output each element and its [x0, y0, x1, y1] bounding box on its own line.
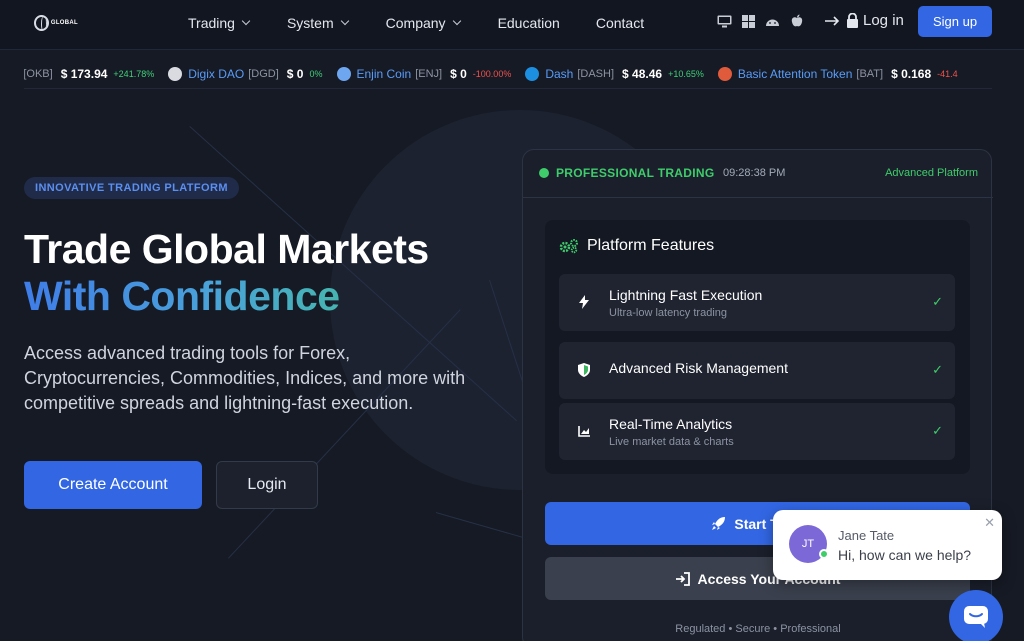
login-link[interactable]: Log in	[824, 12, 904, 29]
brand-logo[interactable]: GLOBAL	[34, 12, 78, 34]
coin-name: Dash	[545, 66, 574, 81]
nav-item-education[interactable]: Education	[498, 15, 560, 31]
signup-button[interactable]: Sign up	[918, 6, 992, 37]
hero-title-accent: With Confidence	[24, 273, 340, 319]
login-label: Log in	[863, 12, 904, 29]
coin-symbol: [DASH]	[577, 67, 615, 80]
nav-label: Education	[497, 15, 560, 31]
coin-price: $ 0.168	[891, 66, 932, 81]
chevron-down-icon	[452, 16, 461, 26]
coin-icon	[525, 66, 540, 81]
feature-item: Advanced Risk Management ✓	[559, 342, 955, 399]
coin-symbol: [BAT]	[856, 67, 884, 80]
apple-icon[interactable]	[789, 14, 804, 28]
rocket-icon	[712, 517, 726, 530]
status-label: PROFESSIONAL TRADING	[556, 166, 715, 180]
chat-popup[interactable]: JT Jane Tate Hi, how can we help? ✕	[773, 510, 1002, 580]
chart-icon	[570, 417, 598, 445]
chevron-down-icon	[241, 16, 251, 26]
coin-price: $ 0	[450, 66, 467, 81]
card-footer-text: Regulated • Secure • Professional	[675, 623, 841, 635]
chat-launcher-button[interactable]	[949, 590, 1003, 641]
feature-title: Lightning Fast Execution	[609, 287, 763, 303]
check-icon: ✓	[932, 423, 943, 438]
online-status-icon	[819, 549, 829, 559]
coin-name: Digix DAO	[188, 66, 245, 81]
chevron-down-icon	[340, 16, 349, 26]
hero-login-button[interactable]: Login	[216, 461, 318, 509]
android-icon[interactable]	[765, 14, 780, 28]
coin-change: 0%	[309, 68, 323, 79]
feature-item: Real-Time Analytics Live market data & c…	[559, 403, 955, 460]
check-icon: ✓	[932, 362, 943, 377]
feature-subtitle: Live market data & charts	[609, 436, 734, 448]
platform-label: Advanced Platform	[885, 167, 978, 179]
nav-item-company[interactable]: Company	[385, 15, 461, 31]
hero-description: Access advanced trading tools for Forex,…	[24, 343, 466, 413]
coin-change: +10.65%	[668, 68, 704, 79]
nav-label: Trading	[188, 15, 235, 31]
card-header: PROFESSIONAL TRADING 09:28:38 PM Advance…	[523, 150, 993, 198]
price-ticker: ken[OKB]$ 173.94+241.78%Digix DAO[DGD]$ …	[24, 58, 992, 89]
coin-name: Basic Attention Token	[737, 66, 853, 81]
globe-icon	[34, 15, 49, 31]
nav-label: Company	[385, 15, 446, 31]
gears-icon	[559, 239, 578, 254]
features-title-text: Platform Features	[587, 237, 715, 254]
coin-change: -41.4	[937, 68, 958, 79]
chat-message: Hi, how can we help?	[838, 547, 972, 563]
hero-title: Trade Global Markets	[24, 226, 429, 272]
chat-bubble-icon	[964, 606, 988, 628]
coin-icon	[168, 66, 183, 81]
logo-text: GLOBAL	[50, 20, 78, 26]
feature-title: Real-Time Analytics	[609, 416, 733, 432]
bolt-icon	[570, 288, 598, 316]
feature-subtitle: Ultra-low latency trading	[609, 307, 727, 319]
feature-title: Advanced Risk Management	[609, 360, 788, 376]
ticker-item[interactable]: Enjin Coin [ENJ] $ 0 -100.00%	[336, 66, 512, 81]
chat-agent-name: Jane Tate	[838, 528, 895, 543]
sign-in-icon	[675, 571, 690, 586]
coin-symbol: [DGD]	[248, 67, 279, 80]
ticker-item[interactable]: Basic Attention Token [BAT] $ 0.168 -41.4	[717, 66, 958, 81]
platform-icons	[717, 14, 804, 28]
nav-item-trading[interactable]: Trading	[188, 15, 251, 31]
main-nav: Trading System Company Education Contact	[188, 0, 644, 46]
status-dot-icon	[539, 168, 549, 178]
coin-change: +241.78%	[113, 68, 155, 79]
create-account-button[interactable]: Create Account	[24, 461, 202, 509]
ticker-track: ken[OKB]$ 173.94+241.78%Digix DAO[DGD]$ …	[24, 58, 972, 88]
shield-icon	[570, 356, 598, 384]
coin-symbol: [OKB]	[24, 67, 53, 80]
ticker-item[interactable]: Dash [DASH] $ 48.46 +10.65%	[525, 66, 704, 81]
ticker-item[interactable]: ken[OKB]$ 173.94+241.78%	[24, 67, 154, 81]
nav-label: System	[286, 15, 334, 31]
feature-item: Lightning Fast Execution Ultra-low laten…	[559, 274, 955, 331]
features-panel: Platform Features Lightning Fast Executi…	[545, 220, 970, 474]
coin-price: $ 173.94	[60, 66, 108, 81]
features-title: Platform Features	[559, 237, 714, 255]
coin-symbol: [ENJ]	[415, 67, 443, 80]
close-icon[interactable]: ✕	[984, 515, 995, 531]
ticker-item[interactable]: Digix DAO [DGD] $ 0 0%	[168, 66, 323, 81]
coin-change: -100.00%	[472, 68, 512, 79]
nav-item-contact[interactable]: Contact	[596, 15, 644, 31]
nav-item-system[interactable]: System	[286, 15, 349, 31]
nav-label: Contact	[595, 15, 645, 31]
coin-price: $ 48.46	[622, 66, 663, 81]
check-icon: ✓	[932, 294, 943, 309]
coin-price: $ 0	[286, 66, 304, 81]
desktop-icon[interactable]	[717, 14, 732, 28]
coin-name: Enjin Coin	[356, 66, 412, 81]
arrow-right-icon	[825, 15, 840, 26]
lock-icon	[847, 13, 858, 28]
coin-icon	[336, 66, 351, 81]
hero-badge: INNOVATIVE TRADING PLATFORM	[24, 177, 239, 199]
live-clock: 09:28:38 PM	[723, 167, 786, 179]
coin-icon	[717, 66, 732, 81]
top-navbar: GLOBAL Trading System Company Education …	[0, 0, 1024, 50]
windows-icon[interactable]	[741, 14, 756, 28]
